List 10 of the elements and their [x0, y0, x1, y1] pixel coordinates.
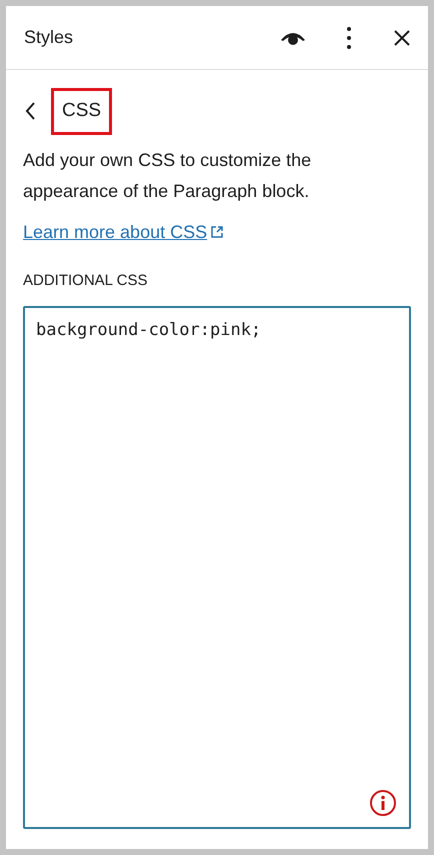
back-icon[interactable] — [23, 101, 37, 122]
field-label: ADDITIONAL CSS — [23, 270, 148, 290]
section-title: CSS — [51, 88, 112, 134]
learn-more-link[interactable]: Learn more about CSS — [23, 218, 226, 246]
panel-title: Styles — [24, 26, 74, 49]
css-input-field[interactable]: background-color:pink; — [23, 306, 411, 829]
external-link-icon — [209, 224, 226, 240]
description-text: Add your own CSS to customize the appearance of the Paragraph block. — [23, 148, 312, 203]
close-icon[interactable] — [394, 30, 410, 46]
more-options-icon[interactable] — [344, 26, 354, 50]
